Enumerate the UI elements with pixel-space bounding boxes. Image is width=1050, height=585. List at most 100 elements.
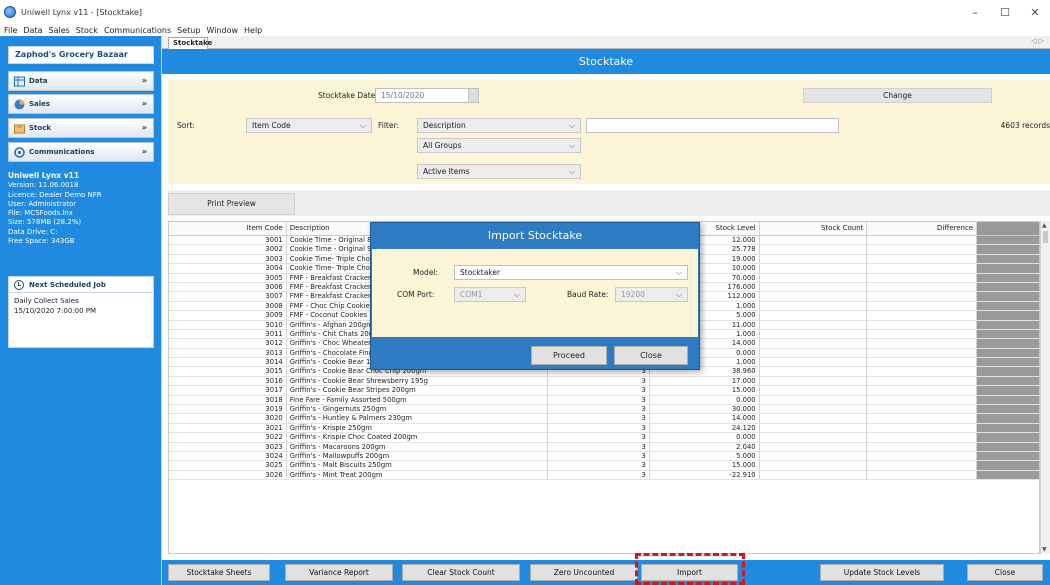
menu-window[interactable]: Window [203,26,241,35]
stock-count-cell[interactable] [760,348,868,358]
footer-close-button[interactable]: Close [967,564,1043,581]
filter-field-select[interactable]: Description ⌵ [417,118,581,133]
clear-stock-count-button[interactable]: Clear Stock Count [402,564,520,581]
difference-cell[interactable] [867,367,978,376]
difference-cell[interactable] [867,282,978,292]
sidebar-item-stock[interactable]: Stock » [8,118,154,138]
stock-count-cell[interactable] [760,451,868,461]
shop-name[interactable]: Zaphod's Grocery Bazaar [8,46,154,64]
menu-file[interactable]: File [0,26,20,35]
stock-count-cell[interactable] [760,376,868,386]
table-empty-cell[interactable] [977,358,1039,367]
sidebar-item-communications[interactable]: Communications » [8,142,154,162]
stocktake-sheets-button[interactable]: Stocktake Sheets [168,564,270,581]
difference-cell[interactable] [867,423,978,433]
date-picker-icon[interactable] [468,89,478,102]
stock-count-cell[interactable] [760,320,868,329]
table-empty-cell[interactable] [977,442,1039,451]
difference-cell[interactable] [867,395,978,405]
table-empty-cell[interactable] [977,386,1039,395]
stock-count-cell[interactable] [760,301,868,311]
proceed-button[interactable]: Proceed [531,346,607,365]
table-empty-cell[interactable] [977,451,1039,461]
stock-count-cell[interactable] [760,358,868,367]
difference-cell[interactable] [867,320,978,329]
minimize-button[interactable]: – [960,0,990,24]
table-empty-cell[interactable] [977,367,1039,376]
table-scrollbar[interactable]: ▲ ▼ [1040,221,1050,554]
stock-count-cell[interactable] [760,405,868,414]
menu-setup[interactable]: Setup [174,26,203,35]
model-select[interactable]: Stocktaker ⌵ [454,265,688,280]
table-row[interactable]: 3019 Griffin's - Gingernuts 250gm 3 30.000 [169,405,1039,415]
scroll-down-icon[interactable]: ▼ [1042,546,1047,553]
menu-communications[interactable]: Communications [101,26,174,35]
stock-count-cell[interactable] [760,311,868,320]
table-empty-cell[interactable] [977,414,1039,423]
table-empty-cell[interactable] [977,405,1039,414]
filter-text-input[interactable] [586,118,839,133]
dialog-close-button[interactable]: Close [614,346,688,365]
difference-cell[interactable] [867,414,978,423]
stock-count-cell[interactable] [760,254,868,264]
stock-count-cell[interactable] [760,433,868,442]
group-select[interactable]: All Groups ⌵ [417,138,581,153]
table-empty-cell[interactable] [977,395,1039,405]
stock-count-cell[interactable] [760,442,868,451]
menu-stock[interactable]: Stock [73,26,101,35]
column-header-difference[interactable]: Difference [867,222,978,235]
table-empty-cell[interactable] [977,376,1039,386]
difference-cell[interactable] [867,461,978,470]
variance-report-button[interactable]: Variance Report [285,564,393,581]
difference-cell[interactable] [867,254,978,264]
difference-cell[interactable] [867,301,978,311]
table-empty-cell[interactable] [977,348,1039,358]
table-empty-cell[interactable] [977,292,1039,301]
change-date-button[interactable]: Change [803,88,992,103]
difference-cell[interactable] [867,348,978,358]
stocktake-date-field[interactable]: 15/10/2020 [375,88,479,103]
window-close-button[interactable]: ✕ [1020,0,1050,24]
difference-cell[interactable] [867,358,978,367]
maximize-button[interactable]: ☐ [990,0,1020,24]
table-row[interactable]: 3017 Griffin's - Cookie Bear Stripes 200g… [169,386,1039,396]
table-empty-cell[interactable] [977,329,1039,339]
difference-cell[interactable] [867,245,978,254]
table-row[interactable]: 3021 Griffin's - Krispie 250gm 3 24.120 [169,423,1039,434]
table-empty-cell[interactable] [977,282,1039,292]
difference-cell[interactable] [867,339,978,348]
stock-count-cell[interactable] [760,236,868,245]
update-stock-levels-button[interactable]: Update Stock Levels [820,564,944,581]
table-row[interactable]: 3018 Fine Fare - Family Assorted 500gm 3 0.… [169,395,1039,406]
sidebar-item-data[interactable]: Data » [8,71,154,91]
tab-stocktake[interactable]: Stocktake [168,37,212,49]
table-empty-cell[interactable] [977,339,1039,348]
stock-count-cell[interactable] [760,470,868,480]
stock-count-cell[interactable] [760,264,868,273]
stock-count-cell[interactable] [760,329,868,339]
difference-cell[interactable] [867,433,978,442]
table-row[interactable]: 3020 Griffin's - Huntley & Palmers 230gm 3… [169,414,1039,424]
difference-cell[interactable] [867,311,978,320]
com-port-select[interactable]: COM1 ⌵ [454,287,526,302]
column-header-item-code[interactable]: Item Code [169,222,287,235]
tab-scroll-arrows-icon[interactable]: ◁ ▷ [1031,37,1044,45]
table-empty-cell[interactable] [977,433,1039,442]
table-empty-cell[interactable] [977,245,1039,254]
stock-count-cell[interactable] [760,367,868,376]
menu-help[interactable]: Help [241,26,265,35]
difference-cell[interactable] [867,329,978,339]
table-row[interactable]: 3022 Griffin's - Krispie Choc Coated 200g… [169,433,1039,443]
table-empty-cell[interactable] [977,320,1039,329]
stock-count-cell[interactable] [760,245,868,254]
table-row[interactable]: 3026 Griffin's - Mint Treat 200gm 3 -22.910 [169,470,1039,481]
stock-count-cell[interactable] [760,282,868,292]
difference-cell[interactable] [867,264,978,273]
table-empty-cell[interactable] [977,273,1039,282]
stock-count-cell[interactable] [760,423,868,433]
stock-count-cell[interactable] [760,292,868,301]
table-empty-cell[interactable] [977,254,1039,264]
scroll-thumb[interactable] [1043,231,1048,243]
active-items-select[interactable]: Active Items ⌵ [417,164,581,179]
difference-cell[interactable] [867,273,978,282]
